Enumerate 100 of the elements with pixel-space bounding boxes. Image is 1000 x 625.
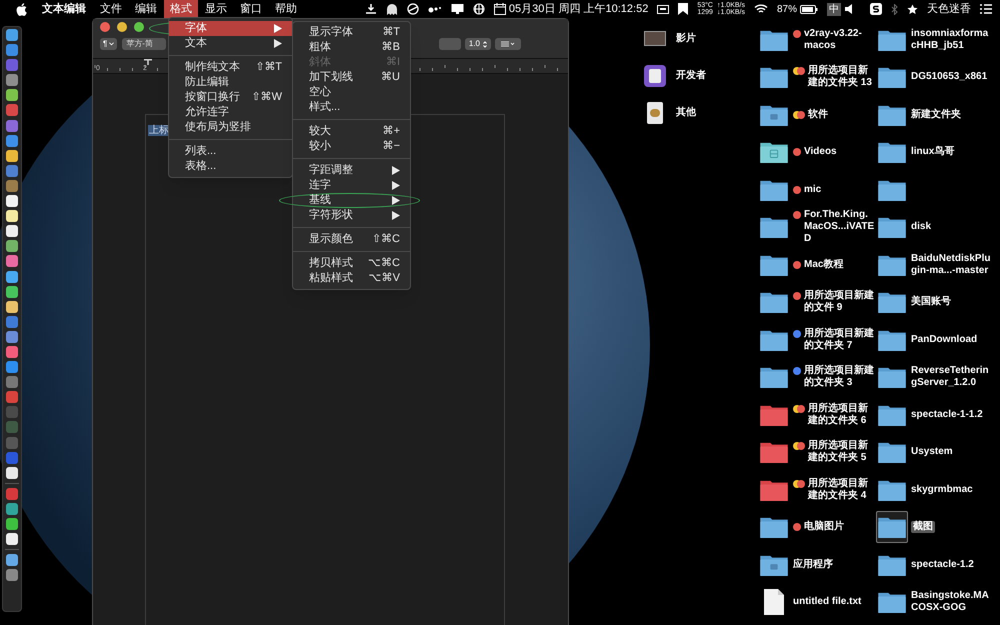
folder-icon[interactable] <box>878 554 906 576</box>
folder-icon[interactable] <box>760 66 788 88</box>
desktop-item-label[interactable]: Usystem <box>911 446 953 458</box>
menu-title[interactable]: 文件 <box>94 0 128 18</box>
globe-icon[interactable] <box>472 3 485 15</box>
desktop-item-label[interactable]: 用所选项目新建的文件夹 7 <box>804 328 876 352</box>
folder-icon[interactable] <box>878 254 906 276</box>
package-file-icon[interactable] <box>647 102 663 124</box>
menu-item[interactable]: 连字 <box>293 178 410 193</box>
desktop-item-label[interactable]: skygrmbmac <box>911 484 973 496</box>
bluetooth-icon[interactable] <box>891 4 898 14</box>
wifi-icon[interactable] <box>754 4 768 14</box>
text-file-icon[interactable] <box>764 589 784 616</box>
menu-item[interactable]: 列表... <box>169 144 292 159</box>
folder-icon[interactable] <box>760 178 788 201</box>
menu-item[interactable]: 显示颜色 ⇧⌘C <box>293 232 410 247</box>
menu-item[interactable]: 粘贴样式 ⌥⌘V <box>293 271 410 286</box>
dock-app-icon[interactable] <box>6 89 18 102</box>
menu-title[interactable]: 窗口 <box>234 0 268 18</box>
menu-item[interactable]: 显示字体 ⌘T <box>293 25 410 40</box>
speaker-icon[interactable] <box>845 4 853 14</box>
menu-item[interactable]: 较大 ⌘+ <box>293 124 410 139</box>
dock-app-icon[interactable] <box>6 270 18 282</box>
video-thumbnail-icon[interactable] <box>644 31 666 46</box>
menu-item[interactable]: 按窗口换行 ⇧⌘W <box>169 90 292 105</box>
desktop-item-label[interactable]: 应用程序 <box>793 558 833 571</box>
menu-item[interactable]: 字体 <box>169 21 292 36</box>
dock-app-icon[interactable] <box>6 195 18 208</box>
folder-icon[interactable] <box>760 141 788 164</box>
desktop-item-label[interactable]: DG510653_x861 <box>911 71 988 84</box>
folder-icon[interactable] <box>878 591 906 614</box>
list-icon[interactable] <box>980 4 992 14</box>
menu-title[interactable]: 显示 <box>199 0 233 18</box>
desktop-item-label[interactable]: Mac教程 <box>804 258 844 271</box>
desktop-item-label[interactable]: linux鸟哥 <box>911 146 954 158</box>
bookmark-icon[interactable] <box>678 3 688 15</box>
desktop-item-label[interactable]: mic <box>804 184 822 196</box>
folder-icon[interactable] <box>760 291 788 314</box>
desktop-item-label[interactable]: 影片 <box>676 31 696 46</box>
app-name-menu[interactable]: 文本编辑 <box>42 0 86 18</box>
font-family-dropdown[interactable]: 苹方-简 <box>122 38 166 50</box>
menu-item[interactable]: 粗体 ⌘B <box>293 40 410 55</box>
folder-icon[interactable] <box>760 478 788 501</box>
dock-app-icon[interactable] <box>6 300 18 313</box>
dock-app-icon[interactable] <box>6 533 18 546</box>
menu-item[interactable]: 空心 <box>293 85 410 100</box>
menu-item[interactable]: 样式... <box>293 100 410 115</box>
paragraph-style-button[interactable]: ¶ <box>100 38 118 50</box>
desktop-item-label[interactable]: For.The.King. MacOS...iVATED <box>804 209 876 246</box>
desktop-item-label[interactable]: spectacle-1-1.2 <box>911 408 983 421</box>
dock-app-icon[interactable] <box>6 518 18 530</box>
desktop-item-label[interactable]: v2ray-v3.22- macos <box>804 28 862 52</box>
monitor-icon[interactable] <box>450 3 464 15</box>
desktop-item-label[interactable]: spectacle-1.2 <box>911 558 974 571</box>
desktop-item-label[interactable]: Basingstoke.MA COSX-GOG <box>911 590 989 614</box>
menu-item[interactable]: 防止编辑 <box>169 75 292 90</box>
sogou-s-icon[interactable] <box>870 3 882 15</box>
selected-text[interactable]: 上标 <box>148 125 170 136</box>
folder-icon[interactable] <box>760 328 788 351</box>
star-icon[interactable] <box>907 4 918 14</box>
folder-icon[interactable] <box>760 104 788 126</box>
close-button[interactable] <box>100 22 110 32</box>
desktop-item-label[interactable]: 用所选项目新建的文件夹 3 <box>804 365 876 390</box>
desktop-item-label[interactable]: 用所选项目新建的文件 9 <box>804 290 876 314</box>
folder-icon[interactable] <box>760 441 788 464</box>
desktop-item-label[interactable]: ReverseTetherin gServer_1.2.0 <box>911 365 989 390</box>
folder-icon[interactable] <box>878 28 906 51</box>
desktop-item-label[interactable]: 新建文件夹 <box>911 108 961 121</box>
dock-app-icon[interactable] <box>6 29 18 41</box>
user-name-menu[interactable]: 天色迷香 <box>927 0 971 18</box>
zoom-button[interactable] <box>134 22 144 32</box>
desktop-item-label[interactable]: 电脑图片 <box>804 521 844 534</box>
folder-icon[interactable] <box>878 328 906 351</box>
ghost-icon[interactable] <box>386 2 398 16</box>
folder-icon[interactable] <box>878 478 906 501</box>
folder-icon[interactable] <box>760 216 788 238</box>
menu-title[interactable]: 编辑 <box>129 0 163 18</box>
folder-icon[interactable] <box>878 141 906 164</box>
dock-app-icon[interactable] <box>6 466 18 479</box>
folder-icon[interactable] <box>878 178 906 201</box>
dock-app-icon[interactable] <box>6 150 18 162</box>
desktop-item-label[interactable]: insomniaxforma cHHB_jb51 <box>911 28 988 52</box>
dock-app-icon[interactable] <box>6 225 18 238</box>
desktop-item-label[interactable]: 其他 <box>676 105 696 120</box>
menu-item[interactable]: 字符形状 <box>293 208 410 223</box>
clock-text[interactable]: 05月30日 周四 上午10:12:52 <box>508 0 648 18</box>
menu-item[interactable]: 文本 <box>169 36 292 51</box>
folder-icon[interactable] <box>878 404 906 426</box>
menu-item[interactable]: 制作纯文本 ⇧⌘T <box>169 60 292 75</box>
desktop-item-label[interactable]: 美国账号 <box>911 296 951 308</box>
menu-title[interactable]: 帮助 <box>269 0 303 18</box>
folder-icon[interactable] <box>760 554 788 576</box>
desktop-item-label[interactable]: disk <box>911 221 932 234</box>
menu-item[interactable]: 表格... <box>169 159 292 174</box>
menu-title[interactable]: 格式 <box>164 0 198 18</box>
menu-item[interactable]: 拷贝样式 ⌥⌘C <box>293 256 410 271</box>
list-style-dropdown[interactable] <box>495 38 521 50</box>
menu-item[interactable]: 允许连字 <box>169 105 292 120</box>
desktop-item-label[interactable]: untitled file.txt <box>793 596 862 608</box>
folder-icon[interactable] <box>878 104 906 126</box>
